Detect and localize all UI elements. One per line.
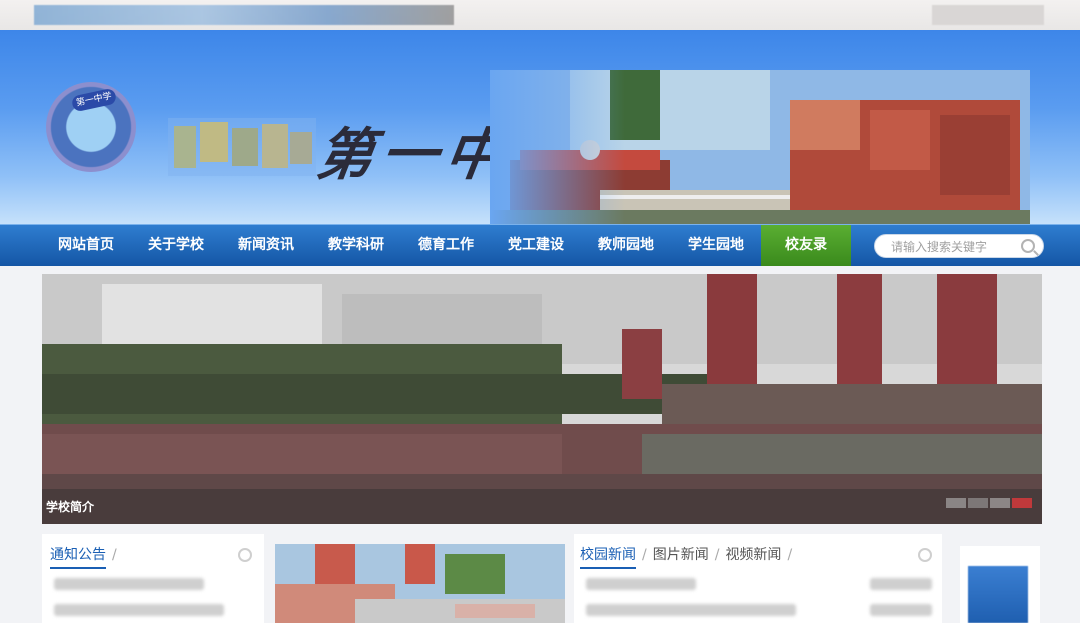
top-bar-text-blurred [34,5,454,25]
sidebar-icon-blurred[interactable] [968,566,1028,623]
tab-notices[interactable]: 通知公告 [50,547,106,569]
notice-panel: 通知公告 / [42,534,264,623]
more-icon[interactable] [918,548,932,562]
nav-item-teaching[interactable]: 教学科研 [311,225,401,266]
sidebar-widget [960,546,1040,623]
search-input[interactable] [889,237,1023,257]
top-bar [0,0,1080,30]
nav-item-home[interactable]: 网站首页 [41,225,131,266]
notice-tabs: 通知公告 / [50,544,123,569]
nav-item-teachers[interactable]: 教师园地 [581,225,671,266]
nav-item-students[interactable]: 学生园地 [671,225,761,266]
news-panel: 校园新闻 / 图片新闻 / 视频新闻 / [574,534,942,623]
news-item-blurred[interactable] [586,578,696,590]
news-date-blurred [870,604,932,616]
campus-photo [490,70,1030,225]
nav-item-about[interactable]: 关于学校 [131,225,221,266]
header-banner: 第一中学 第一中学 [0,30,1080,225]
search-icon[interactable] [1021,239,1035,253]
school-emblem-logo: 第一中学 [46,82,136,172]
notice-item-blurred[interactable] [54,578,204,590]
nav-item-moral-education[interactable]: 德育工作 [401,225,491,266]
top-bar-right-blurred [932,5,1044,25]
tab-photo-news[interactable]: 图片新闻 [653,547,709,563]
main-navigation: 网站首页 关于学校 新闻资讯 教学科研 德育工作 党工建设 教师园地 学生园地 … [0,224,1080,266]
more-icon[interactable] [238,548,252,562]
news-date-blurred [870,578,932,590]
tab-campus-news[interactable]: 校园新闻 [580,547,636,569]
slideshow-indicators[interactable] [946,496,1032,510]
news-tabs: 校园新闻 / 图片新闻 / 视频新闻 / [580,544,798,569]
tab-video-news[interactable]: 视频新闻 [725,547,781,563]
search-box [874,234,1044,258]
nav-item-news[interactable]: 新闻资讯 [221,225,311,266]
news-item-blurred[interactable] [586,604,796,616]
nav-item-alumni[interactable]: 校友录 [761,225,851,266]
news-photo[interactable] [275,544,565,623]
emblem-text: 第一中学 [70,87,118,113]
hero-slideshow-image[interactable] [42,274,1042,524]
school-name-blurred [168,118,316,176]
hero-caption[interactable]: 学校简介 [46,498,94,515]
notice-item-blurred[interactable] [54,604,224,616]
nav-item-party[interactable]: 党工建设 [491,225,581,266]
